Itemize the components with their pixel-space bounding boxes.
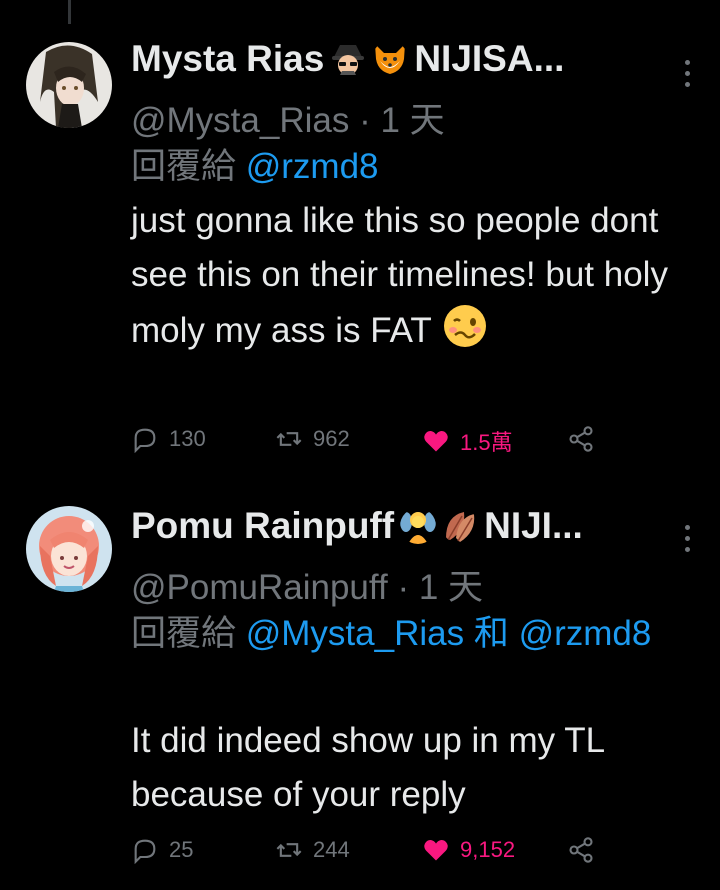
more-icon[interactable]: [684, 525, 692, 553]
like-button[interactable]: 9,152: [422, 836, 515, 864]
mention-link[interactable]: @rzmd8: [519, 614, 652, 653]
tweet-text: It did indeed show up in my TL because o…: [131, 714, 691, 822]
share-icon: [569, 837, 593, 863]
fairy-emoji: [400, 512, 437, 544]
tweet-text-content: It did indeed show up in my TL because o…: [131, 721, 604, 814]
reply-count: 25: [169, 837, 194, 862]
avatar[interactable]: [26, 42, 112, 128]
mention-link[interactable]: @rzmd8: [246, 147, 379, 186]
detective-emoji: [332, 45, 365, 75]
tweet-actions: 25 244 9,152: [131, 836, 611, 876]
display-name-suffix: NIJISA...: [414, 38, 565, 79]
share-button[interactable]: [567, 836, 595, 864]
retweet-button[interactable]: 962: [275, 425, 350, 453]
reply-prefix: 回覆給: [131, 614, 237, 653]
tweet-text: just gonna like this so people dont see …: [131, 194, 691, 358]
share-icon: [569, 426, 593, 452]
reply-button[interactable]: 130: [131, 425, 206, 453]
mention-joiner: 和: [473, 614, 509, 653]
handle[interactable]: @Mysta_Rias: [131, 101, 349, 140]
reply-to: 回覆給 @Mysta_Rias 和 @rzmd8: [131, 607, 691, 661]
heart-icon: [424, 431, 448, 452]
heart-icon: [424, 840, 448, 861]
tweet-text-content: just gonna like this so people dont see …: [131, 201, 668, 350]
reply-prefix: 回覆給: [131, 147, 237, 186]
handle-line: @Mysta_Rias · 1 天: [131, 92, 445, 143]
separator: ·: [359, 101, 371, 140]
reply-to: 回覆給 @rzmd8: [131, 140, 691, 194]
display-name-text[interactable]: Mysta Rias: [131, 38, 324, 80]
retweet-button[interactable]: 244: [275, 836, 350, 864]
reply-icon: [134, 839, 156, 864]
separator: ·: [397, 568, 410, 607]
share-button[interactable]: [567, 425, 595, 453]
more-icon[interactable]: [684, 60, 692, 88]
reply-button[interactable]: 25: [131, 836, 193, 864]
display-name[interactable]: Mysta Rias NIJISA...: [131, 38, 564, 80]
like-button[interactable]: 1.5萬: [422, 425, 513, 457]
display-name-suffix: NIJI...: [484, 505, 583, 546]
retweet-icon: [276, 843, 302, 857]
fox-emoji: [375, 44, 406, 74]
woozy-face-emoji: [443, 305, 486, 347]
timestamp[interactable]: 1 天: [419, 568, 483, 607]
like-count: 9,152: [460, 837, 516, 862]
retweet-count: 962: [313, 426, 350, 451]
tweet-actions: 130 962 1.5萬: [131, 425, 611, 465]
retweet-icon: [276, 432, 302, 446]
leaf-emoji: [446, 512, 475, 542]
display-name-text[interactable]: Pomu Rainpuff: [131, 505, 394, 547]
avatar[interactable]: [26, 506, 112, 592]
handle[interactable]: @PomuRainpuff: [131, 568, 388, 607]
mention-link[interactable]: @Mysta_Rias: [246, 614, 464, 653]
tweet[interactable]: Mysta Rias NIJISA... @Mysta_Rias · 1 天 回…: [0, 0, 720, 485]
display-name[interactable]: Pomu Rainpuff NIJI...: [131, 505, 583, 547]
handle-line: @PomuRainpuff · 1 天: [131, 559, 483, 610]
timestamp[interactable]: 1 天: [380, 101, 444, 140]
retweet-count: 244: [313, 837, 350, 862]
tweet[interactable]: Pomu Rainpuff NIJI... @PomuRainpuff · 1 …: [0, 485, 720, 890]
like-count: 1.5萬: [460, 430, 513, 455]
reply-count: 130: [169, 426, 206, 451]
reply-icon: [134, 428, 156, 453]
